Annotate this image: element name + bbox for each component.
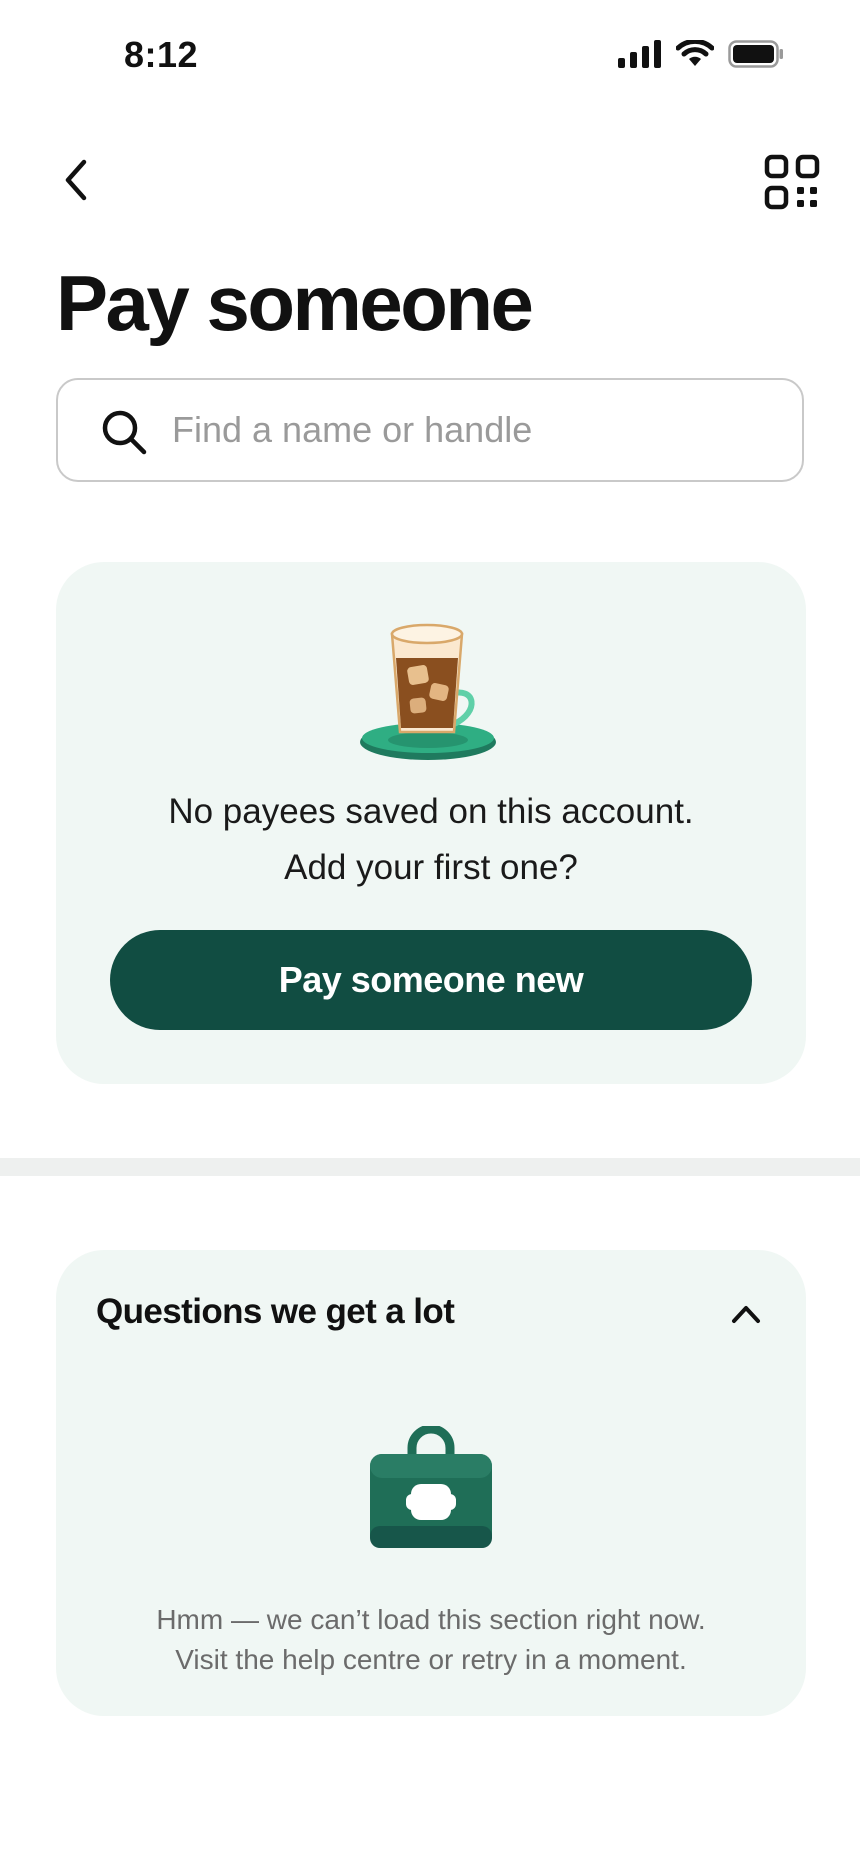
iced-coffee-illustration: [360, 623, 496, 760]
status-icons: [618, 40, 784, 68]
pay-someone-new-button[interactable]: Pay someone new: [110, 930, 752, 1030]
search-box[interactable]: [56, 378, 804, 482]
chevron-left-icon: [65, 159, 87, 201]
faq-error-line-2: Visit the help centre or retry in a mome…: [175, 1644, 687, 1675]
page-title: Pay someone: [56, 259, 534, 347]
chevron-up-icon: [732, 1306, 760, 1323]
briefcase-illustration: [370, 1426, 492, 1548]
payees-empty-card: No payees saved on this account. Add you…: [56, 562, 806, 1084]
faq-card: Questions we get a lot Hmm — we can’t lo…: [56, 1250, 806, 1716]
cellular-signal-icon: [618, 40, 661, 68]
qr-code-icon: [764, 154, 820, 210]
status-bar: 8:12: [0, 0, 860, 112]
search-icon: [102, 410, 147, 455]
empty-message-line-2: Add your first one?: [284, 848, 578, 887]
faq-error-line-1: Hmm — we can’t load this section right n…: [156, 1604, 706, 1635]
status-time: 8:12: [124, 34, 199, 75]
search-input[interactable]: [172, 380, 782, 480]
battery-icon: [728, 40, 783, 68]
section-divider: [0, 1158, 860, 1176]
qr-code-button[interactable]: [764, 154, 820, 210]
wifi-icon: [676, 40, 714, 66]
faq-title: Questions we get a lot: [96, 1292, 455, 1331]
empty-message-line-1: No payees saved on this account.: [168, 792, 694, 831]
back-button[interactable]: [52, 152, 100, 208]
empty-payees-message: No payees saved on this account. Add you…: [56, 784, 806, 896]
faq-header-toggle[interactable]: Questions we get a lot: [56, 1250, 806, 1380]
faq-error-message: Hmm — we can’t load this section right n…: [56, 1600, 806, 1680]
